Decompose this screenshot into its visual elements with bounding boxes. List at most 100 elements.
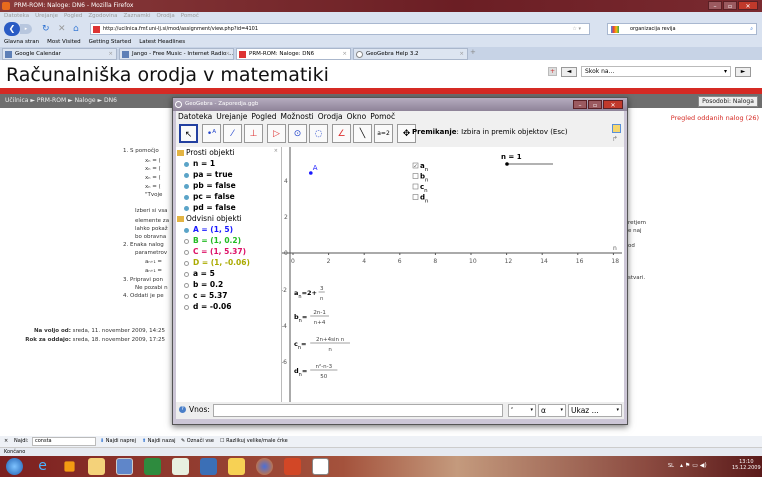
ggb-maximize-button[interactable]: ▫ — [588, 100, 602, 109]
tab-geogebra-help[interactable]: GeoGebra Help 3.2 × — [353, 48, 468, 60]
visibility-dot-icon[interactable] — [184, 227, 189, 233]
algebra-item[interactable]: b = 0.2 — [184, 280, 223, 289]
geogebra-taskbar-icon[interactable] — [312, 458, 329, 475]
next-activity-button[interactable]: ► — [735, 66, 751, 77]
perpendicular-tool-icon[interactable]: ⊥ — [244, 124, 263, 143]
network-icon[interactable] — [200, 458, 217, 475]
geogebra-title-bar[interactable]: GeoGebra - Zaporedja.ggb – ▫ ✕ — [173, 98, 627, 111]
close-tab-icon[interactable]: × — [108, 49, 113, 59]
visibility-dot-icon[interactable] — [184, 304, 189, 310]
menu-view[interactable]: Pogled — [64, 12, 82, 21]
free-objects-header[interactable]: Prosti objekti — [186, 148, 235, 157]
algebra-item[interactable]: D = (1, -0.06) — [184, 258, 250, 267]
ggb-menu-view[interactable]: Pogled — [251, 111, 276, 122]
circle-tool-icon[interactable]: ⊙ — [288, 124, 307, 143]
visibility-dot-icon[interactable] — [184, 172, 189, 178]
app-icon[interactable] — [172, 458, 189, 475]
reload-icon[interactable]: ↻ — [42, 24, 50, 34]
new-tab-button[interactable]: + — [470, 48, 482, 60]
algebra-item[interactable]: C = (1, 5.37) — [184, 247, 246, 256]
media-player-icon[interactable] — [64, 461, 75, 472]
close-view-icon[interactable]: × — [274, 148, 278, 154]
algebra-item[interactable]: d = -0.06 — [184, 302, 232, 311]
highlight-all-button[interactable]: ✎ Označi vse — [181, 436, 214, 447]
menu-history[interactable]: Zgodovina — [88, 12, 117, 21]
slider-tool-icon[interactable]: a=2 — [374, 124, 393, 143]
jump-to-select[interactable]: Skok na... ▾ — [581, 66, 731, 77]
move-tool-icon[interactable]: ↖ — [179, 124, 198, 143]
checkbox-bn[interactable] — [412, 173, 419, 179]
maximize-button[interactable]: ▫ — [723, 1, 737, 10]
tab-jango[interactable]: Jango - Free Music - Internet Radio ... × — [119, 48, 234, 60]
exponent-select[interactable]: ² ▾ — [508, 404, 536, 417]
bookmark-item[interactable]: Latest Headlines — [139, 37, 185, 47]
close-tab-icon[interactable]: × — [225, 49, 230, 59]
checkbox-dn[interactable] — [412, 194, 419, 200]
algebra-item[interactable]: a = 5 — [184, 269, 215, 278]
graphics-canvas[interactable]: 0 2 4 6 8 10 12 14 16 18 4 2 0 -2 -4 -6 n A ✓anbncndn n = 1… — [281, 147, 624, 402]
menu-bookmarks[interactable]: Zaznamki — [124, 12, 151, 21]
stop-icon[interactable]: ✕ — [58, 24, 66, 34]
bookmark-item[interactable]: Most Visited — [47, 37, 80, 47]
menu-file[interactable]: Datoteka — [4, 12, 29, 21]
find-prev-button[interactable]: ⬆ Najdi nazaj — [142, 436, 175, 447]
visibility-dot-icon[interactable] — [184, 183, 189, 189]
visibility-dot-icon[interactable] — [184, 238, 189, 244]
outlook-icon[interactable] — [116, 458, 133, 475]
visibility-dot-icon[interactable] — [184, 205, 189, 211]
slider-handle[interactable] — [505, 162, 509, 166]
visibility-dot-icon[interactable] — [184, 249, 189, 255]
tab-prm-rom[interactable]: PRM-ROM: Naloge: DN6 × — [236, 48, 351, 60]
algebra-item[interactable]: c = 5.37 — [184, 291, 227, 300]
prev-activity-button[interactable]: ◄ — [561, 66, 577, 77]
ie-icon[interactable]: e — [34, 458, 51, 475]
algebra-item[interactable]: pd = false — [184, 203, 236, 212]
clock[interactable]: 13:10 15.12.2009 — [732, 459, 761, 471]
home-icon[interactable]: ⌂ — [73, 24, 79, 34]
visibility-dot-icon[interactable] — [184, 194, 189, 200]
powerpoint-icon[interactable] — [284, 458, 301, 475]
polygon-tool-icon[interactable]: ▷ — [267, 124, 286, 143]
forward-button[interactable]: ▸ — [20, 24, 32, 34]
visibility-dot-icon[interactable] — [184, 161, 189, 167]
close-button[interactable]: ✕ — [738, 1, 758, 10]
minimize-button[interactable]: – — [708, 1, 722, 10]
ggb-menu-file[interactable]: Datoteka — [178, 111, 212, 122]
undo-icon[interactable] — [612, 124, 621, 133]
breadcrumb-course[interactable]: PRM-ROM — [37, 97, 66, 104]
url-bar[interactable]: http://ucilnica.fmf.uni-lj.si/mod/assign… — [90, 23, 590, 35]
breadcrumb-naloge[interactable]: Naloge — [75, 97, 96, 104]
tray-icons[interactable]: ▴ ⚑ ▭ ◀) — [680, 462, 707, 469]
algebra-item[interactable]: n = 1 — [184, 159, 215, 168]
star-icon[interactable]: ☆ ▾ — [572, 24, 581, 34]
conic-tool-icon[interactable]: ◌ — [309, 124, 328, 143]
algebra-item[interactable]: B = (1, 0.2) — [184, 236, 241, 245]
bookmark-item[interactable]: Getting Started — [89, 37, 132, 47]
algebra-item[interactable]: A = (1, 5) — [184, 225, 233, 234]
firefox-taskbar-icon[interactable] — [256, 458, 273, 475]
algebra-item[interactable]: pa = true — [184, 170, 233, 179]
redo-icon[interactable]: ↱ — [612, 135, 618, 143]
input-field[interactable] — [213, 404, 503, 417]
algebra-item[interactable]: pc = false — [184, 192, 235, 201]
visibility-dot-icon[interactable] — [184, 260, 189, 266]
ggb-menu-edit[interactable]: Urejanje — [216, 111, 247, 122]
line-tool-icon[interactable]: ⁄ — [223, 124, 242, 143]
excel-icon[interactable] — [144, 458, 161, 475]
menu-tools[interactable]: Orodja — [156, 12, 174, 21]
checkbox-cn[interactable] — [412, 183, 419, 190]
visibility-dot-icon[interactable] — [184, 282, 189, 288]
tab-google-calendar[interactable]: Google Calendar × — [2, 48, 117, 60]
match-case-checkbox[interactable]: ☐ Razlikuj velike/male črke — [220, 436, 288, 447]
ggb-menu-help[interactable]: Pomoč — [370, 111, 395, 122]
close-tab-icon[interactable]: × — [342, 49, 347, 59]
search-input[interactable]: organizacija revija ⌕ — [607, 23, 757, 35]
find-next-button[interactable]: ⬇ Najdi naprej — [100, 436, 136, 447]
visibility-dot-icon[interactable] — [184, 271, 189, 277]
search-icon[interactable]: ⌕ — [750, 24, 753, 34]
visibility-dot-icon[interactable] — [184, 293, 189, 299]
dependent-objects-header[interactable]: Odvisni objekti — [186, 214, 242, 223]
greek-letter-select[interactable]: α ▾ — [538, 404, 566, 417]
bookmark-item[interactable]: Glavna stran — [4, 37, 39, 47]
close-tab-icon[interactable]: × — [459, 49, 464, 59]
